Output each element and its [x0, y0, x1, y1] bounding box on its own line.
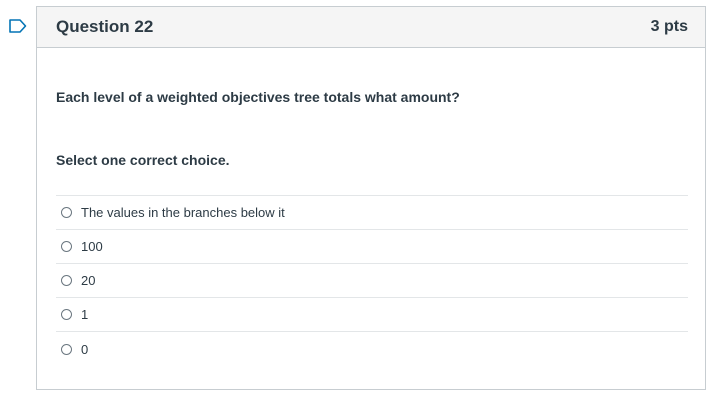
answer-option[interactable]: 1: [56, 298, 688, 332]
question-body: Each level of a weighted objectives tree…: [37, 88, 705, 366]
flag-icon[interactable]: [9, 19, 27, 33]
answer-option[interactable]: The values in the branches below it: [56, 196, 688, 230]
answer-option[interactable]: 100: [56, 230, 688, 264]
answer-label[interactable]: The values in the branches below it: [81, 205, 285, 220]
question-header: Question 22 3 pts: [37, 7, 705, 48]
answer-label[interactable]: 20: [81, 273, 95, 288]
question-title: Question 22: [56, 17, 154, 36]
question-points: 3 pts: [650, 18, 688, 35]
question-card: Question 22 3 pts Each level of a weight…: [36, 6, 706, 390]
question-text: Each level of a weighted objectives tree…: [56, 89, 460, 105]
answer-label[interactable]: 0: [81, 342, 88, 357]
radio-button[interactable]: [61, 275, 72, 286]
radio-button[interactable]: [61, 241, 72, 252]
radio-button[interactable]: [61, 343, 72, 355]
answer-option[interactable]: 20: [56, 264, 688, 298]
radio-button[interactable]: [61, 207, 72, 218]
question-instruction: Select one correct choice.: [56, 152, 230, 168]
answer-option[interactable]: 0: [56, 332, 688, 366]
answer-label[interactable]: 100: [81, 239, 103, 254]
radio-button[interactable]: [61, 309, 72, 320]
answer-list: The values in the branches below it 100 …: [56, 195, 688, 366]
quiz-page: Question 22 3 pts Each level of a weight…: [0, 0, 727, 405]
answer-label[interactable]: 1: [81, 307, 88, 322]
